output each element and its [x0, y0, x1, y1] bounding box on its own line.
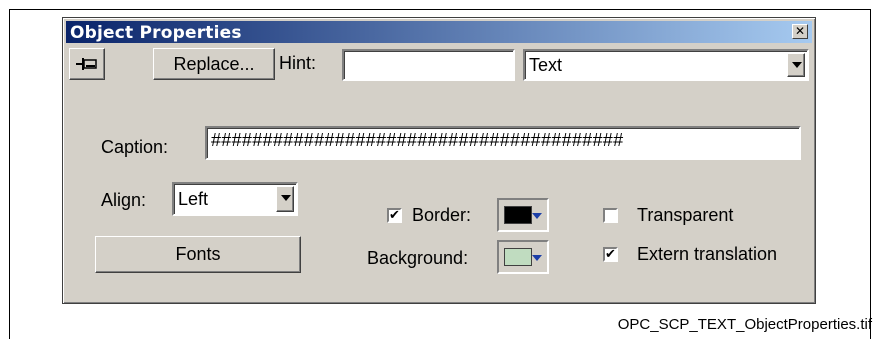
border-color-swatch: [504, 206, 532, 224]
type-select[interactable]: Text: [523, 49, 809, 81]
dialog-title: Object Properties: [70, 23, 242, 43]
chevron-down-icon: [532, 213, 542, 219]
frame-line-top: [9, 9, 871, 10]
pin-icon: [76, 58, 97, 70]
close-icon: ✕: [794, 24, 806, 38]
fonts-button-label: Fonts: [175, 244, 221, 264]
align-select[interactable]: Left: [172, 182, 298, 216]
close-button[interactable]: ✕: [792, 24, 808, 39]
extern-translation-checkbox[interactable]: ✔: [603, 247, 618, 262]
pin-button[interactable]: [69, 48, 105, 80]
background-color-button[interactable]: [497, 240, 549, 274]
replace-button-label: Replace...: [173, 53, 255, 74]
chevron-down-icon[interactable]: [276, 186, 294, 212]
background-color-swatch: [504, 248, 532, 266]
border-color-button[interactable]: [497, 198, 549, 232]
fonts-button[interactable]: Fonts: [95, 236, 301, 273]
caption-value: ########################################: [211, 130, 624, 150]
chevron-down-icon[interactable]: [787, 53, 805, 77]
align-select-value: Left: [178, 189, 209, 209]
transparent-checkbox[interactable]: [603, 208, 618, 223]
caption-input[interactable]: ########################################: [205, 126, 801, 160]
border-label: Border:: [412, 205, 472, 225]
frame-line-right: [870, 9, 871, 339]
transparent-label: Transparent: [637, 205, 734, 225]
align-label: Align:: [101, 190, 147, 210]
hint-input[interactable]: [342, 49, 515, 81]
object-properties-dialog: Object Properties ✕ Replace... Hint: Tex…: [62, 17, 816, 304]
extern-translation-label: Extern translation: [637, 244, 778, 264]
caption-label: Caption:: [101, 137, 169, 157]
chevron-down-icon: [532, 255, 542, 261]
title-bar[interactable]: Object Properties ✕: [66, 21, 812, 43]
figure-filename: OPC_SCP_TEXT_ObjectProperties.tif: [617, 316, 872, 333]
hint-label: Hint:: [279, 53, 317, 73]
background-label: Background:: [367, 248, 469, 268]
replace-button[interactable]: Replace...: [153, 48, 275, 80]
border-checkbox[interactable]: ✔: [387, 208, 402, 223]
frame-line-left: [9, 9, 10, 339]
type-select-value: Text: [529, 55, 563, 75]
